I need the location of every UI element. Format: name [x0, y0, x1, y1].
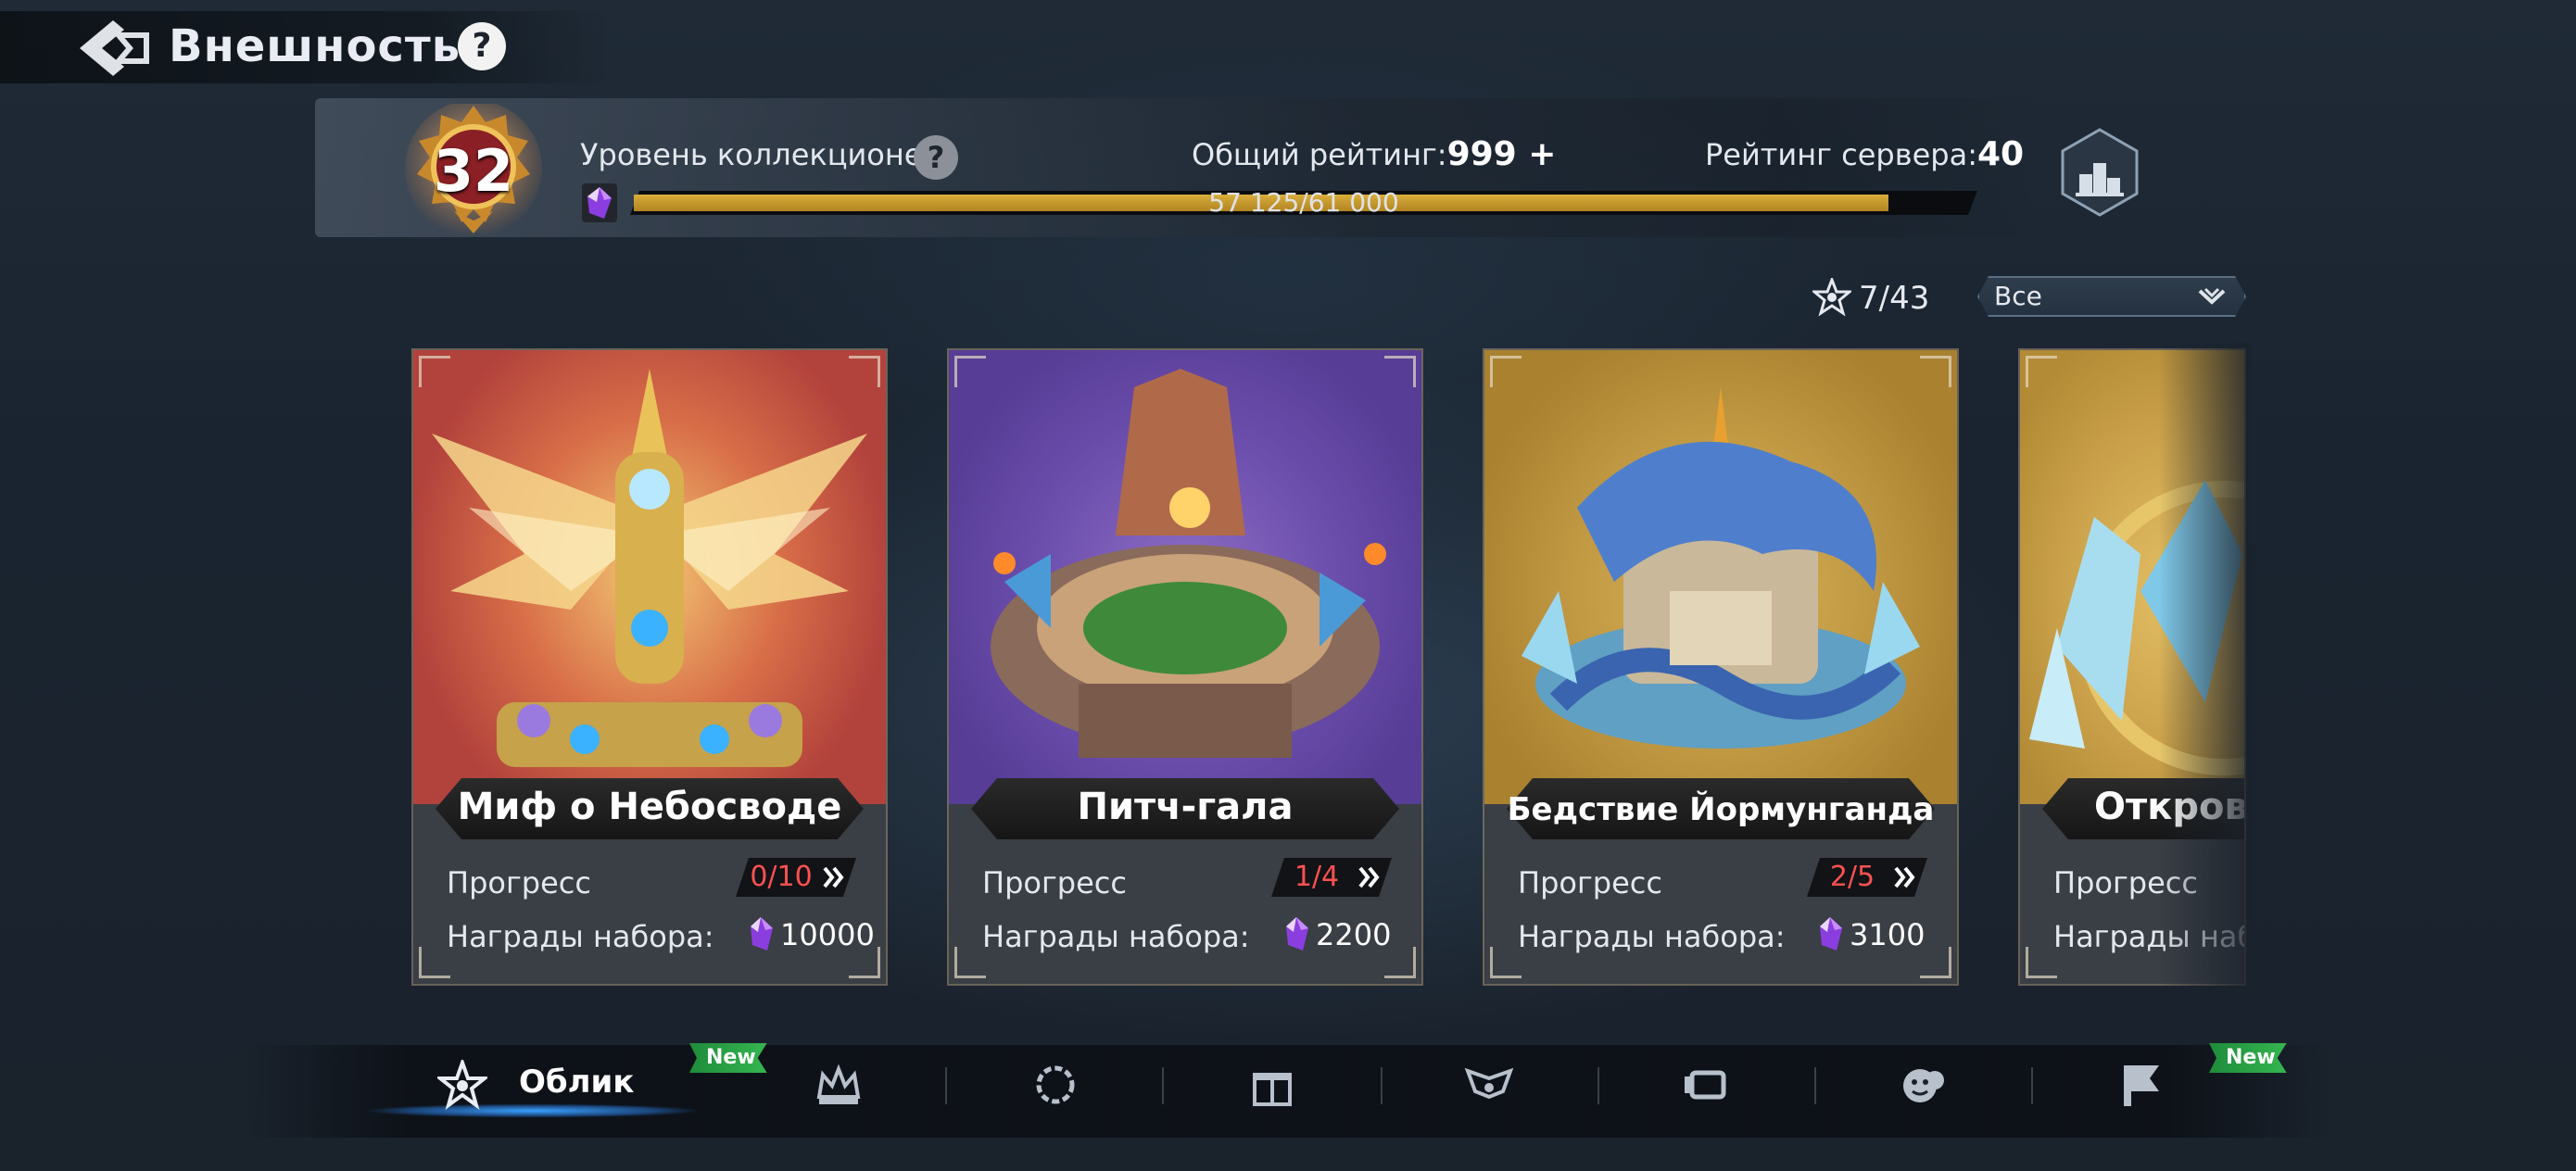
server-rating: Рейтинг сервера:40 — [1705, 135, 2024, 173]
tab-crown[interactable] — [806, 1052, 871, 1117]
collector-level: 32 — [433, 137, 514, 205]
new-badge: New — [2209, 1043, 2287, 1073]
card-reward-value: 2200 — [1316, 917, 1392, 952]
collector-help-button[interactable]: ? — [914, 135, 958, 180]
active-tab-indicator — [315, 1101, 751, 1121]
tab-appearance-label: Облик — [519, 1064, 635, 1101]
card-artwork — [949, 350, 1421, 804]
card-progress-value: 0/10 — [750, 861, 813, 893]
corner-ornament — [1490, 356, 1522, 387]
gem-icon — [747, 915, 775, 954]
tab-divider — [1814, 1067, 1816, 1104]
back-arrow-icon — [80, 20, 149, 76]
podium-icon — [2061, 128, 2139, 217]
tab-wreath[interactable] — [1023, 1052, 1088, 1117]
card-reward-label: Награды набора: — [447, 919, 714, 954]
collection-star-icon — [1810, 275, 1854, 317]
server-rating-label: Рейтинг сервера: — [1705, 137, 1977, 172]
tab-divider — [2031, 1067, 2033, 1104]
carousel-edge-fade — [2159, 343, 2252, 991]
card-reward-value: 3100 — [1850, 917, 1926, 952]
star-icon — [437, 1060, 487, 1110]
server-rating-value: 40 — [1976, 135, 2025, 173]
gem-icon — [1282, 915, 1310, 954]
corner-ornament — [419, 947, 450, 978]
page-title: Внешность — [169, 20, 461, 72]
corner-ornament — [849, 356, 880, 387]
corner-ornament — [2026, 356, 2057, 387]
corner-ornament — [1384, 947, 1416, 978]
ranking-button[interactable] — [2053, 126, 2146, 219]
collector-level-label: Уровень коллекционера — [580, 137, 960, 172]
total-rating-label: Общий рейтинг: — [1192, 137, 1447, 172]
chevron-down-icon — [2196, 283, 2228, 311]
corner-ornament — [954, 356, 986, 387]
wings-icon — [1464, 1067, 1514, 1100]
card-reward-label: Награды набора: — [982, 919, 1250, 954]
gift-icon — [1253, 1073, 1292, 1106]
gem-icon — [580, 182, 619, 224]
card-title: Питч-гала — [1077, 786, 1294, 828]
corner-ornament — [1920, 356, 1951, 387]
corner-ornament — [954, 947, 986, 978]
tab-wings[interactable] — [1457, 1052, 1522, 1117]
card-reward-label: Награды набора: — [1518, 919, 1786, 954]
collection-count: 7/43 — [1859, 280, 1930, 317]
card-progress-label: Прогресс — [1518, 865, 1662, 900]
tab-flag[interactable] — [2109, 1052, 2174, 1117]
tab-divider — [1597, 1067, 1599, 1104]
card-progress-value: 1/4 — [1294, 861, 1340, 893]
corner-ornament — [1920, 947, 1951, 978]
corner-ornament — [1490, 947, 1522, 978]
tab-divider — [1381, 1067, 1383, 1104]
total-rating-value: 999 + — [1446, 135, 1557, 173]
flag-icon — [2124, 1065, 2159, 1106]
collection-card[interactable]: Бедствие Йормунганда Прогресс 2/5 Наград… — [1483, 348, 1959, 986]
total-rating: Общий рейтинг:999 + — [1192, 135, 1556, 173]
card-artwork — [1484, 350, 1957, 804]
card-progress-label: Прогресс — [982, 865, 1127, 900]
crown-icon — [816, 1064, 861, 1104]
card-artwork — [413, 350, 886, 804]
tab-emoji[interactable] — [1890, 1052, 1955, 1117]
corner-ornament — [849, 947, 880, 978]
tab-divider — [945, 1067, 947, 1104]
corner-ornament — [1384, 356, 1416, 387]
wreath-icon — [1036, 1065, 1075, 1104]
new-badge: New — [689, 1043, 767, 1073]
collector-progress-text: 57 125/61 000 — [1208, 187, 1399, 218]
dragon-castle-image — [1522, 387, 1920, 749]
tab-frame[interactable] — [1673, 1052, 1738, 1117]
corner-ornament — [2026, 947, 2057, 978]
card-progress-value: 2/5 — [1829, 861, 1875, 893]
double-chevron-right-icon — [823, 865, 845, 889]
filter-selected-value: Все — [1994, 281, 2042, 311]
emoji-icon — [1903, 1069, 1944, 1102]
tab-appearance[interactable] — [430, 1052, 495, 1117]
help-button[interactable]: ? — [458, 22, 506, 70]
gem-icon — [1816, 915, 1844, 954]
frame-icon — [1685, 1070, 1726, 1100]
angel-statue-image — [432, 369, 867, 767]
card-title: Бедствие Йормунганда — [1507, 791, 1935, 828]
stadium-temple-image — [991, 369, 1386, 758]
double-chevron-right-icon — [1894, 865, 1916, 889]
back-button[interactable] — [76, 17, 152, 80]
tab-divider — [1162, 1067, 1164, 1104]
card-progress-label: Прогресс — [447, 865, 591, 900]
collection-card[interactable]: Миф о Небосводе Прогресс 0/10 Награды на… — [411, 348, 888, 986]
tab-gift[interactable] — [1240, 1052, 1305, 1117]
corner-ornament — [419, 356, 450, 387]
card-title: Миф о Небосводе — [457, 786, 842, 828]
double-chevron-right-icon — [1358, 865, 1381, 889]
collection-card[interactable]: Питч-гала Прогресс 1/4 Награды набора: 2… — [947, 348, 1423, 986]
